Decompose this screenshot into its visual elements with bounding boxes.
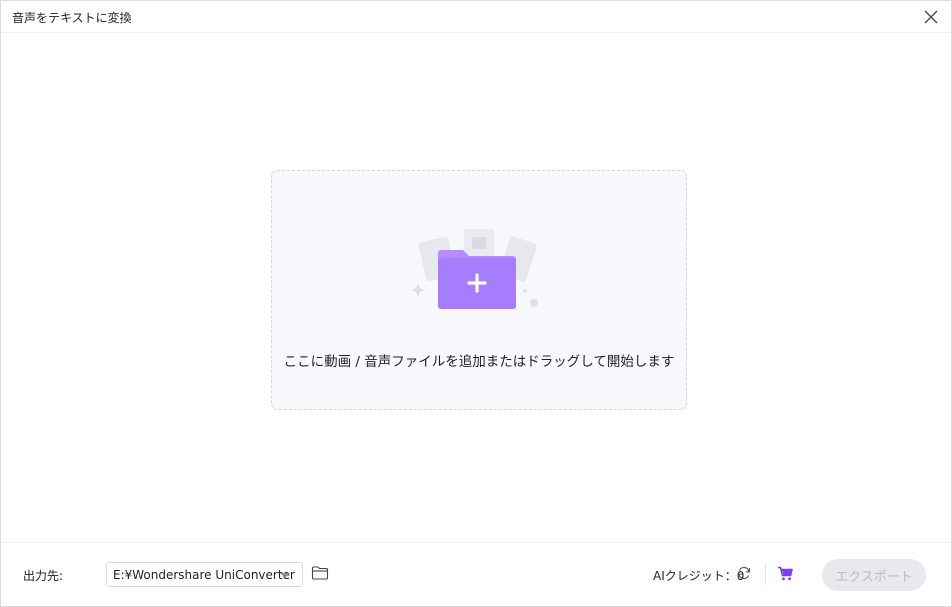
file-drop-zone[interactable]: ここに動画 / 音声ファイルを追加またはドラッグして開始します: [271, 170, 687, 410]
output-label: 出力先:: [23, 569, 64, 583]
export-button[interactable]: エクスポート: [822, 559, 926, 591]
refresh-icon[interactable]: [737, 566, 751, 580]
footer-divider: [765, 563, 766, 585]
window-title: 音声をテキストに変換: [12, 11, 132, 25]
folder-icon[interactable]: [311, 565, 329, 581]
output-path-select[interactable]: E:¥Wondershare UniConverter: [106, 562, 303, 587]
output-path-value: E:¥Wondershare UniConverter: [113, 567, 295, 582]
title-bar: 音声をテキストに変換: [1, 1, 951, 33]
close-icon: [924, 10, 938, 24]
folder-add-icon: [411, 229, 538, 309]
drop-instruction: ここに動画 / 音声ファイルを追加またはドラッグして開始します: [283, 354, 675, 370]
ai-credit-label: AIクレジット：0: [653, 569, 745, 583]
footer-bar: 出力先: E:¥Wondershare UniConverter AIクレジット…: [1, 542, 951, 606]
app-window: 音声をテキストに変換 ここに動画 / 音声ファイルを追加またはドラッグして開始し…: [0, 0, 952, 607]
chevron-down-icon: [280, 573, 290, 578]
cart-icon[interactable]: [777, 566, 793, 581]
close-button[interactable]: [921, 7, 941, 27]
